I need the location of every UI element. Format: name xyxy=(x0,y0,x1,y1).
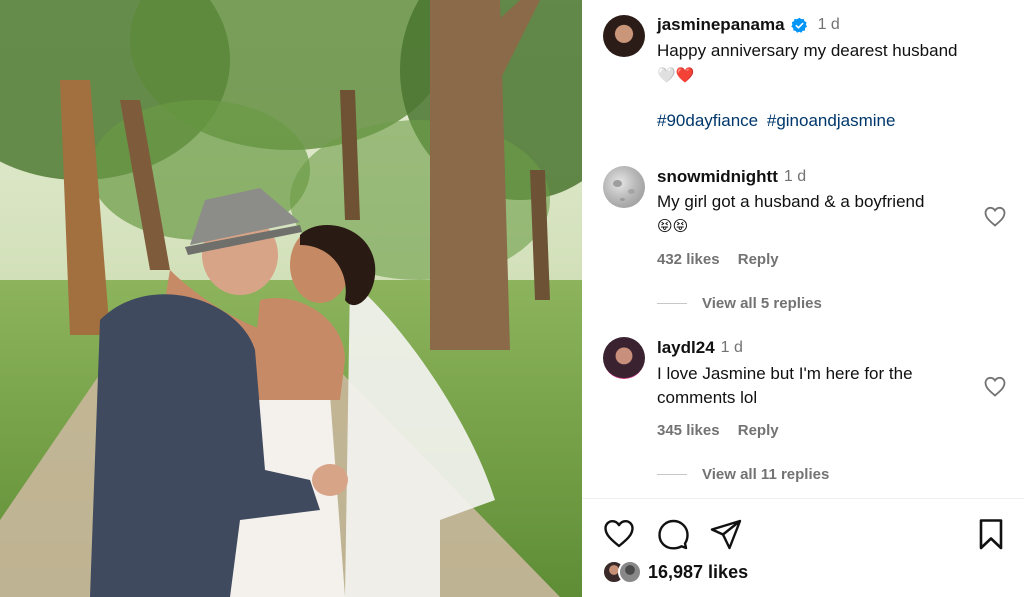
wedding-photo-illustration xyxy=(0,0,582,597)
view-replies-button[interactable]: View all 11 replies xyxy=(657,466,829,483)
commenter-avatar[interactable] xyxy=(603,337,645,379)
view-replies-label: View all 5 replies xyxy=(702,295,822,312)
comment-likes[interactable]: 345 likes xyxy=(657,422,720,439)
comment-header: laydl24 1 d xyxy=(657,338,743,358)
comment-text-block: My girl got a husband & a boyfriend 😝😝 xyxy=(657,190,977,238)
comment-username[interactable]: snowmidnightt xyxy=(657,167,778,187)
likes-count[interactable]: 16,987 likes xyxy=(648,562,748,583)
post-time: 1 d xyxy=(817,16,840,33)
hashtags: #90dayfiance #ginoandjasmine xyxy=(657,111,899,131)
likes-summary[interactable]: 16,987 likes xyxy=(602,560,748,584)
hashtag-link[interactable]: #90dayfiance xyxy=(657,111,758,130)
paper-plane-icon[interactable] xyxy=(709,517,743,551)
view-replies-button[interactable]: View all 5 replies xyxy=(657,295,822,312)
reply-button[interactable]: Reply xyxy=(738,422,779,439)
hashtag-link[interactable]: #ginoandjasmine xyxy=(767,111,896,130)
caption-header: jasminepanama 1 d xyxy=(657,15,840,35)
caption-text-block: Happy anniversary my dearest husband 🤍❤️ xyxy=(657,39,1007,87)
heart-icon[interactable] xyxy=(602,517,636,551)
comment-heart-icon[interactable] xyxy=(983,205,1007,227)
author-avatar[interactable] xyxy=(603,15,645,57)
caption-emoji: 🤍❤️ xyxy=(657,66,695,84)
post-photo[interactable] xyxy=(0,0,582,597)
comment-text: I love Jasmine but I'm here for the comm… xyxy=(657,364,913,407)
comment-likes[interactable]: 432 likes xyxy=(657,251,720,268)
comment-heart-icon[interactable] xyxy=(983,375,1007,397)
comments-panel: jasminepanama 1 d Happy anniversary my d… xyxy=(582,0,1024,597)
liker-avatar xyxy=(618,560,642,584)
comment-username[interactable]: laydl24 xyxy=(657,338,715,358)
comment-meta: 345 likes Reply xyxy=(657,422,793,439)
panel-divider xyxy=(582,498,1024,499)
replies-divider-line xyxy=(657,474,687,475)
caption-text: Happy anniversary my dearest husband xyxy=(657,41,958,60)
reply-button[interactable]: Reply xyxy=(738,251,779,268)
bookmark-icon[interactable] xyxy=(974,517,1008,551)
comment-header: snowmidnightt 1 d xyxy=(657,167,806,187)
comment-text: My girl got a husband & a boyfriend xyxy=(657,192,925,211)
verified-badge-icon xyxy=(790,17,808,34)
comment-meta: 432 likes Reply xyxy=(657,251,793,268)
comment-time: 1 d xyxy=(783,168,807,185)
comment-time: 1 d xyxy=(720,339,743,356)
replies-divider-line xyxy=(657,303,687,304)
author-username[interactable]: jasminepanama xyxy=(657,15,785,35)
comment-emoji: 😝😝 xyxy=(657,217,689,235)
comment-bubble-icon[interactable] xyxy=(656,517,690,551)
view-replies-label: View all 11 replies xyxy=(702,466,830,483)
commenter-avatar[interactable] xyxy=(603,166,645,208)
